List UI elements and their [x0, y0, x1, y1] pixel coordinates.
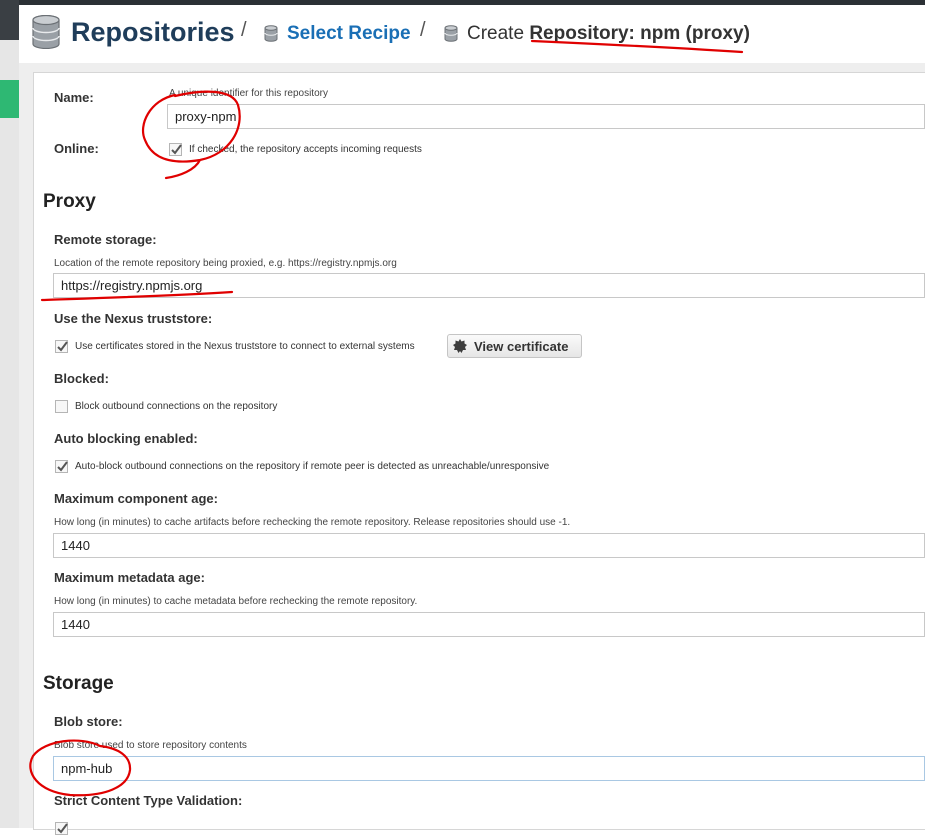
database-icon	[444, 25, 458, 42]
max-component-age-field[interactable]	[53, 533, 925, 558]
blob-store-select[interactable]	[53, 756, 925, 781]
auto-blocking-checkbox[interactable]	[55, 460, 68, 473]
breadcrumb-separator: /	[241, 19, 247, 41]
check-icon	[171, 144, 182, 155]
breadcrumb-separator: /	[420, 19, 426, 41]
remote-storage-field[interactable]	[53, 273, 925, 298]
remote-storage-label: Remote storage:	[54, 232, 157, 247]
auto-blocking-label: Auto blocking enabled:	[54, 431, 198, 446]
page-header: Repositories / Select Recipe / Create Re…	[19, 5, 925, 64]
name-label: Name:	[54, 90, 94, 105]
proxy-section-title: Proxy	[43, 191, 96, 212]
blocked-checkbox[interactable]	[55, 400, 68, 413]
sidebar-dark-block	[0, 0, 19, 40]
max-component-age-help: How long (in minutes) to cache artifacts…	[54, 517, 571, 528]
strict-content-validation-label: Strict Content Type Validation:	[54, 793, 243, 808]
breadcrumb-current-name: Repository: npm (proxy)	[529, 23, 750, 44]
left-sidebar-strip	[0, 0, 19, 828]
strict-content-validation-checkbox[interactable]	[55, 822, 68, 835]
max-component-age-label: Maximum component age:	[54, 491, 218, 506]
blob-store-label: Blob store:	[54, 714, 123, 729]
breadcrumb-root[interactable]: Repositories	[71, 17, 235, 48]
certificate-icon	[453, 339, 467, 353]
view-certificate-label: View certificate	[474, 339, 569, 354]
database-icon	[32, 15, 60, 49]
sidebar-active-indicator[interactable]	[0, 80, 19, 118]
view-certificate-button[interactable]: View certificate	[447, 334, 582, 358]
max-metadata-age-label: Maximum metadata age:	[54, 570, 205, 585]
online-checkbox-text: If checked, the repository accepts incom…	[189, 144, 422, 155]
name-help: A unique identifier for this repository	[169, 88, 328, 99]
breadcrumb-current-prefix: Create	[467, 23, 525, 44]
check-icon	[57, 823, 68, 834]
storage-section-title: Storage	[43, 673, 114, 694]
repository-form-panel	[33, 72, 925, 830]
truststore-checkbox[interactable]	[55, 340, 68, 353]
check-icon	[57, 461, 68, 472]
truststore-checkbox-text: Use certificates stored in the Nexus tru…	[75, 341, 415, 352]
breadcrumb-select-recipe[interactable]: Select Recipe	[287, 23, 411, 45]
check-icon	[57, 341, 68, 352]
blob-store-help: Blob store used to store repository cont…	[54, 740, 247, 751]
blocked-label: Blocked:	[54, 371, 109, 386]
database-icon	[264, 25, 278, 42]
online-label: Online:	[54, 141, 99, 156]
remote-storage-help: Location of the remote repository being …	[54, 258, 397, 269]
name-field[interactable]	[167, 104, 925, 129]
breadcrumb-current: Create Repository: npm (proxy)	[467, 23, 750, 45]
online-checkbox[interactable]	[169, 143, 182, 156]
truststore-label: Use the Nexus truststore:	[54, 311, 213, 326]
auto-blocking-checkbox-text: Auto-block outbound connections on the r…	[75, 461, 550, 472]
max-metadata-age-field[interactable]	[53, 612, 925, 637]
max-metadata-age-help: How long (in minutes) to cache metadata …	[54, 596, 418, 607]
blocked-checkbox-text: Block outbound connections on the reposi…	[75, 401, 278, 412]
